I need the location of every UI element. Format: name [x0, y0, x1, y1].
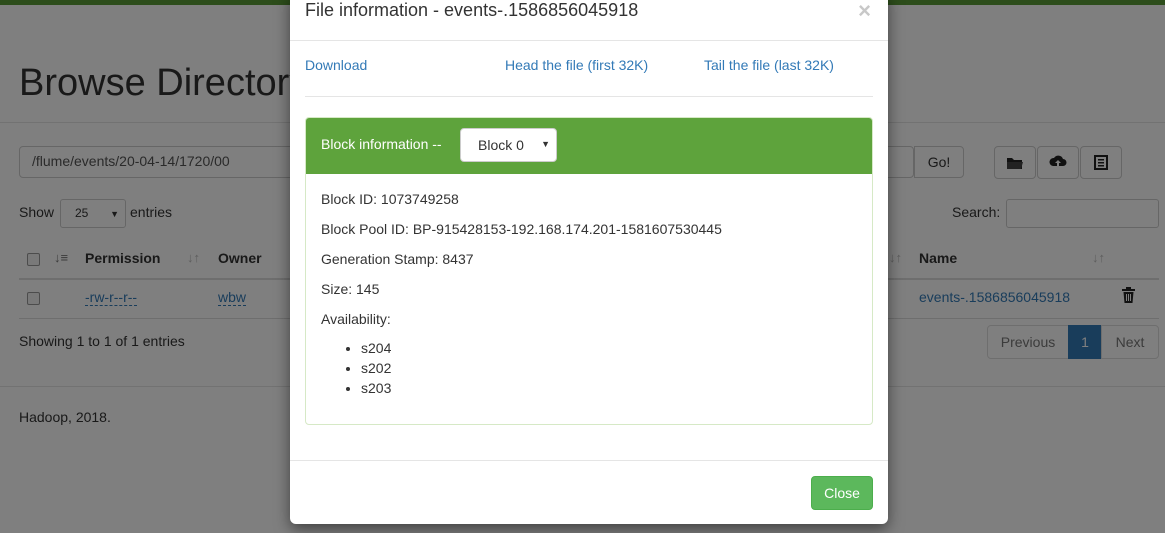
download-link[interactable]: Download [305, 57, 367, 73]
block-select[interactable]: Block 0 ▼ [460, 128, 557, 162]
generation-stamp: Generation Stamp: 8437 [321, 251, 474, 267]
availability-label: Availability: [321, 311, 391, 327]
file-information-modal: File information - events-.1586856045918… [290, 0, 888, 524]
block-size: Size: 145 [321, 281, 380, 297]
block-pool-id: Block Pool ID: BP-915428153-192.168.174.… [321, 221, 722, 237]
block-select-value: Block 0 [478, 137, 524, 153]
panel-heading: Block information -- Block 0 ▼ [306, 118, 872, 174]
close-button[interactable]: Close [811, 476, 873, 510]
list-item: s203 [361, 378, 391, 398]
block-information-label: Block information -- [321, 136, 442, 152]
close-icon[interactable]: × [858, 0, 871, 24]
modal-title: File information - events-.1586856045918 [305, 0, 639, 20]
block-information-panel: Block information -- Block 0 ▼ Block ID:… [305, 117, 873, 425]
head-file-link[interactable]: Head the file (first 32K) [505, 57, 648, 73]
caret-down-icon: ▼ [541, 139, 550, 149]
modal-footer-divider [290, 460, 888, 461]
tail-file-link[interactable]: Tail the file (last 32K) [704, 57, 834, 73]
availability-list: s204 s202 s203 [341, 338, 391, 398]
list-item: s204 [361, 338, 391, 358]
list-item: s202 [361, 358, 391, 378]
links-divider [305, 96, 873, 97]
modal-header-divider [290, 40, 888, 41]
block-id: Block ID: 1073749258 [321, 191, 459, 207]
